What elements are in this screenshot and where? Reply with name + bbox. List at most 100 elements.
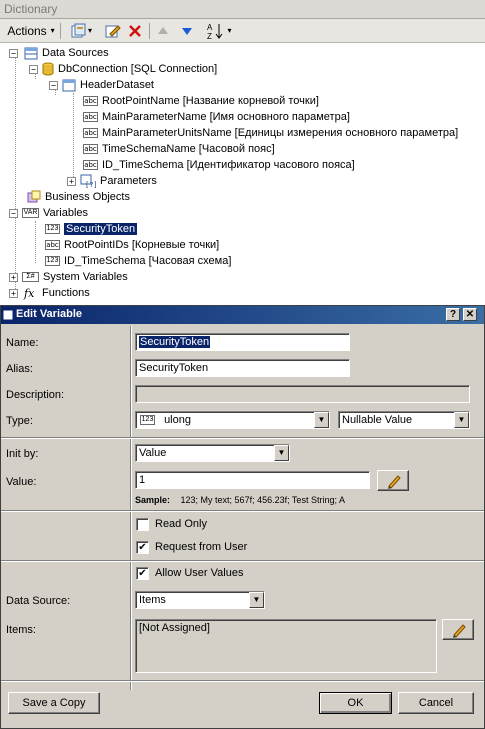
tree-label: MainParameterName [Имя основного парамет… [102,111,350,123]
section-divider [1,510,484,512]
tree-node-variable[interactable]: abc RootPointIDs [Корневые точки] [45,237,219,253]
data-sources-icon [24,47,38,59]
tree-node-parameters[interactable]: + [?] Parameters [67,173,157,189]
tree-label: MainParameterUnitsName [Единицы измерени… [102,127,459,139]
tree-label: Functions [42,287,90,299]
request-from-user-label: Request from User [155,541,248,553]
tree-node-variable-selected[interactable]: 123 SecurityToken [45,221,138,237]
variables-icon: VAR [22,208,39,218]
new-item-dropdown-icon: ▾ [87,26,92,35]
expand-icon[interactable]: + [9,288,18,298]
delete-icon [129,24,141,37]
read-only-checkbox[interactable] [136,518,149,531]
help-button[interactable]: ? [446,308,460,321]
expand-icon[interactable]: + [9,272,18,282]
tree-node-business-objects[interactable]: Business Objects [27,189,130,205]
business-objects-icon [27,190,41,203]
section-divider [1,560,484,562]
tree-node-db-connection[interactable]: − DbConnection [SQL Connection] [29,61,217,77]
delete-button[interactable] [126,22,144,39]
data-source-label: Data Source: [6,595,71,607]
tree-node-data-sources[interactable]: − Data Sources [9,45,109,61]
string-type-icon: abc [83,96,98,106]
expand-icon[interactable]: + [67,176,76,186]
value-field[interactable]: 1 [135,471,370,489]
tree-node-header-dataset[interactable]: − HeaderDataset [49,77,154,93]
chevron-down-icon[interactable]: ▼ [274,445,289,461]
numeric-type-icon: 123 [140,415,155,426]
name-value: SecurityToken [139,336,211,348]
tree-node-system-variables[interactable]: + Σ# System Variables [9,269,128,285]
save-copy-button[interactable]: Save a Copy [8,692,100,714]
tree-label: RootPointName [Название корневой точки] [102,95,319,107]
string-type-icon: abc [45,240,60,250]
svg-text:A: A [207,23,213,32]
tree-label: Business Objects [45,191,130,203]
actions-menu-button[interactable]: Actions ▾ [4,22,58,39]
data-source-select[interactable]: Items ▼ [135,591,265,609]
tree-node-functions[interactable]: + fx Functions [9,285,90,301]
edit-button[interactable] [104,22,122,39]
tree-node-column[interactable]: abc RootPointName [Название корневой точ… [83,93,319,109]
request-from-user-checkbox[interactable]: ✔ [136,541,149,554]
init-by-value: Value [139,447,167,459]
ok-button[interactable]: OK [319,692,392,714]
collapse-icon[interactable]: − [49,80,58,90]
sample-label: Sample: [135,495,171,505]
type-select[interactable]: 123 ulong ▼ [135,411,330,429]
alias-label: Alias: [6,363,33,375]
chevron-down-icon[interactable]: ▼ [454,412,469,428]
description-label: Description: [6,389,65,401]
init-by-select[interactable]: Value ▼ [135,444,290,462]
tree-label: RootPointIDs [Корневые точки] [64,239,220,251]
dictionary-toolbar: Actions ▾ ▾ AZ ▾ [0,19,485,43]
cancel-button[interactable]: Cancel [398,692,474,714]
nullable-value: Nullable Value [342,414,413,426]
allow-user-values-label: Allow User Values [155,567,244,579]
allow-user-values-checkbox[interactable]: ✔ [136,567,149,580]
tree-node-column[interactable]: abc ID_TimeSchema [Идентификатор часовог… [83,157,355,173]
section-divider [1,680,484,682]
actions-label: Actions [7,23,47,38]
type-value: ulong [164,414,191,426]
move-up-button[interactable] [154,22,172,39]
toolbar-separator [60,23,61,39]
init-by-label: Init by: [6,448,39,460]
edit-value-button[interactable] [377,470,409,491]
close-button[interactable]: ✕ [463,308,477,321]
sort-button[interactable]: AZ ▾ [202,22,236,40]
name-field[interactable]: SecurityToken [135,333,350,351]
column-divider [130,326,132,690]
system-variables-icon: Σ# [22,272,39,282]
chevron-down-icon[interactable]: ▼ [314,412,329,428]
chevron-down-icon[interactable]: ▼ [249,592,264,608]
description-field[interactable] [135,385,470,403]
items-field[interactable]: [Not Assigned] [135,619,437,673]
collapse-icon[interactable]: − [9,208,18,218]
tree-node-column[interactable]: abc MainParameterName [Имя основного пар… [83,109,350,125]
tree-line [15,53,16,293]
tree-label: DbConnection [SQL Connection] [58,63,218,75]
new-item-button[interactable]: ▾ [65,22,97,39]
svg-text:Z: Z [207,32,212,40]
move-down-button[interactable] [178,22,196,39]
dataset-icon [62,79,76,91]
tree-node-column[interactable]: abc TimeSchemaName [Часовой пояс] [83,141,275,157]
string-type-icon: abc [83,160,98,170]
alias-field[interactable]: SecurityToken [135,359,350,377]
tree-label: Variables [43,207,89,219]
dialog-icon [3,310,13,320]
tree-node-variable[interactable]: 123 ID_TimeSchema [Часовая схема] [45,253,231,269]
nullable-select[interactable]: Nullable Value ▼ [338,411,470,429]
read-only-label: Read Only [155,518,207,530]
collapse-icon[interactable]: − [9,48,18,58]
sort-dropdown-icon: ▾ [227,26,232,35]
tree-label: TimeSchemaName [Часовой пояс] [102,143,275,155]
arrow-up-icon [158,26,168,34]
actions-dropdown-icon: ▾ [50,26,55,35]
tree-node-column[interactable]: abc MainParameterUnitsName [Единицы изме… [83,125,458,141]
collapse-icon[interactable]: − [29,64,38,74]
tree-node-variables[interactable]: − VAR Variables [9,205,88,221]
items-label: Items: [6,624,36,636]
edit-items-button[interactable] [442,619,474,640]
